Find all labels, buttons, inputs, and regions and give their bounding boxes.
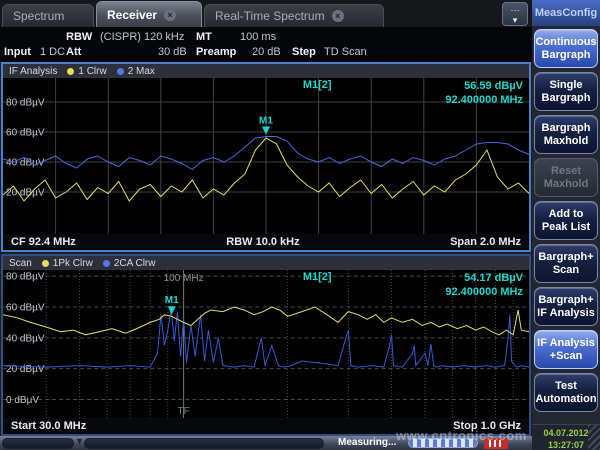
att-label[interactable]: Att [66,46,81,58]
input-value[interactable]: 1 DC [40,46,65,58]
softkey-bargraph-if-analysis[interactable]: Bargraph+ IF Analysis [534,287,598,326]
status-field-left [2,438,74,449]
softkey-continuous-bargraph[interactable]: Continuous Bargraph [534,29,598,68]
scan-footer: Start 30.0 MHz Stop 1.0 GHz [3,418,529,434]
trace2-color-icon [117,68,124,75]
tab-receiver[interactable]: Receiver × [96,1,202,27]
stop-frequency[interactable]: Stop 1.0 GHz [453,420,521,432]
status-bar: ▼ Measuring... [0,436,532,450]
close-tab-icon[interactable]: × [164,9,176,21]
trace1-legend: 1Pk Clrw [42,258,93,269]
rbw-label[interactable]: RBW [66,31,92,43]
svg-text:TF: TF [177,406,189,417]
resize-grip-icon [588,425,600,450]
marker-name: M1[2] [303,79,332,91]
trace2-color-icon [103,260,110,267]
trace1-color-icon [67,68,74,75]
softkey-bargraph-maxhold[interactable]: Bargraph Maxhold [534,115,598,154]
mt-label[interactable]: MT [196,31,212,43]
ellipsis-icon: ⋯ [503,5,527,15]
start-frequency[interactable]: Start 30.0 MHz [11,420,86,432]
preamp-label[interactable]: Preamp [196,46,236,58]
marker-frequency: 92.400000 MHz [445,285,523,299]
step-value[interactable]: TD Scan [324,46,367,58]
scan-title: Scan [9,258,32,269]
tab-bar: Spectrum Receiver × Real-Time Spectrum ×… [0,0,532,28]
svg-text:40 dBµV: 40 dBµV [6,333,45,344]
scan-chart[interactable]: 80 dBµV60 dBµV40 dBµV20 dBµV0 dBµV100 MH… [3,270,529,418]
scan-titlebar: Scan 1Pk Clrw 2CA Clrw [3,256,529,270]
tab-realtime-spectrum[interactable]: Real-Time Spectrum × [204,4,384,27]
marker-level: 54.17 dBµV [445,271,523,285]
softkey-menu-title: MeasConfig [532,0,600,26]
trace2-label: 2 Max [128,66,155,77]
measuring-status: Measuring... [338,437,396,448]
svg-text:M1: M1 [259,116,273,127]
svg-text:0 dBµV: 0 dBµV [6,395,39,406]
svg-text:80 dBµV: 80 dBµV [6,98,45,109]
svg-text:100 MHz: 100 MHz [164,273,204,284]
svg-text:M1: M1 [165,295,179,306]
step-label[interactable]: Step [292,46,316,58]
tab-receiver-label: Receiver [107,8,157,22]
softkey-test-automation[interactable]: Test Automation [534,373,598,412]
if-analysis-chart[interactable]: 80 dBµV60 dBµV40 dBµV20 dBµVM1 M1[2] 56.… [3,78,529,234]
resolution-bandwidth[interactable]: RBW 10.0 kHz [226,236,299,248]
marker-name: M1[2] [303,271,332,283]
marker-level: 56.59 dBµV [445,79,523,93]
span[interactable]: Span 2.0 MHz [450,236,521,248]
mt-value[interactable]: 100 ms [240,31,276,43]
softkey-bargraph-scan[interactable]: Bargraph+ Scan [534,244,598,283]
preamp-value[interactable]: 20 dB [252,46,281,58]
svg-text:60 dBµV: 60 dBµV [6,128,45,139]
att-value[interactable]: 30 dB [158,46,187,58]
svg-text:60 dBµV: 60 dBµV [6,303,45,314]
marker-readout: 56.59 dBµV 92.400000 MHz [445,79,523,108]
trace2-legend: 2 Max [117,66,155,77]
datetime-panel: 04.07.2012 13:27:07 [532,424,600,450]
softkey-sidebar: MeasConfig Continuous Bargraph Single Ba… [532,0,600,450]
input-label[interactable]: Input [4,46,31,58]
softkey-list: Continuous Bargraph Single Bargraph Barg… [532,26,600,424]
svg-text:80 dBµV: 80 dBµV [6,272,45,283]
scan-progress-bar [408,438,478,448]
if-analysis-titlebar: IF Analysis 1 Clrw 2 Max [3,64,529,78]
trace2-legend: 2CA Clrw [103,258,156,269]
tab-realtime-label: Real-Time Spectrum [215,9,325,23]
tab-spectrum[interactable]: Spectrum [2,4,94,27]
softkey-if-analysis-scan[interactable]: IF Analysis +Scan [534,330,598,369]
center-frequency[interactable]: CF 92.4 MHz [11,236,76,248]
softkey-reset-maxhold[interactable]: Reset Maxhold [534,158,598,197]
trace1-label: 1 Clrw [78,66,106,77]
error-indicator-icon [484,438,508,449]
rbw-value[interactable]: (CISPR) 120 kHz [100,31,184,43]
if-analysis-footer: CF 92.4 MHz RBW 10.0 kHz Span 2.0 MHz [3,234,529,250]
chevron-down-icon: ▾ [503,15,527,25]
instrument-screen: Spectrum Receiver × Real-Time Spectrum ×… [0,0,600,450]
trace1-color-icon [42,260,49,267]
close-tab-icon[interactable]: × [332,10,344,22]
softkey-add-to-peak-list[interactable]: Add to Peak List [534,201,598,240]
trace1-legend: 1 Clrw [67,66,106,77]
trace2-label: 2CA Clrw [114,258,156,269]
svg-text:20 dBµV: 20 dBµV [6,188,45,199]
if-analysis-title: IF Analysis [9,66,57,77]
settings-bar: RBW (CISPR) 120 kHz MT 100 ms Input 1 DC… [0,28,532,62]
more-tabs-button[interactable]: ⋯ ▾ [502,2,528,26]
scan-window: Scan 1Pk Clrw 2CA Clrw 80 dBµV 60 dBµV 40 … [1,254,531,436]
marker-readout: 54.17 dBµV 92.400000 MHz [445,271,523,300]
trace1-label: 1Pk Clrw [53,258,93,269]
marker-frequency: 92.400000 MHz [445,93,523,107]
tab-spectrum-label: Spectrum [13,9,64,23]
window-resize-triangle-icon[interactable]: ▼ [75,436,84,446]
if-analysis-window: IF Analysis 1 Clrw 2 Max 80 dBµV60 dBµV4… [1,62,531,252]
softkey-single-bargraph[interactable]: Single Bargraph [534,72,598,111]
status-field-center [84,438,324,449]
